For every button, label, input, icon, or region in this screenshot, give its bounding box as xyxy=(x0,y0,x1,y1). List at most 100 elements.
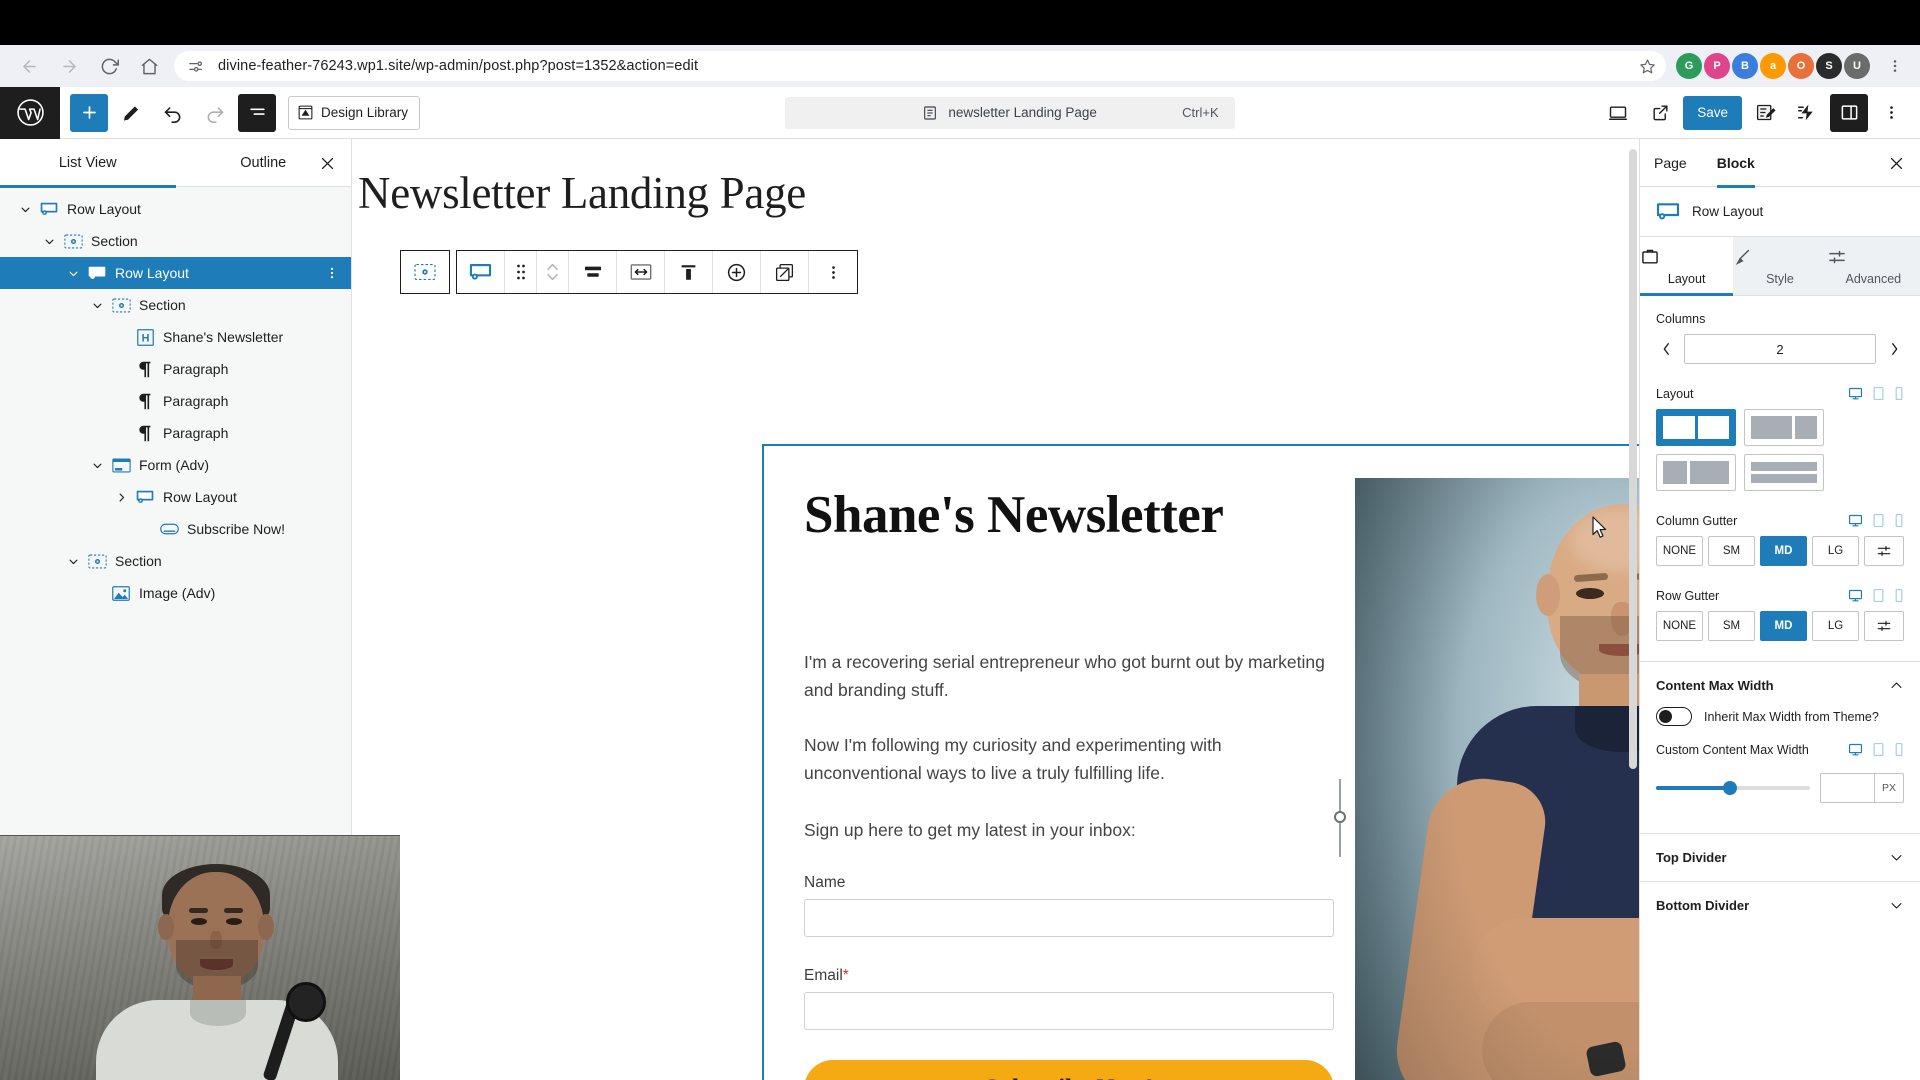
content-max-width-header[interactable]: Content Max Width xyxy=(1640,662,1920,703)
mobile-icon[interactable] xyxy=(1894,513,1904,528)
mobile-icon[interactable] xyxy=(1894,588,1904,603)
chevron-left-icon[interactable] xyxy=(1656,335,1676,363)
list-view-item[interactable]: Paragraph xyxy=(0,417,351,449)
chevron-right-icon[interactable] xyxy=(110,492,132,503)
newsletter-heading[interactable]: Shane's Newsletter xyxy=(804,487,1341,544)
save-button[interactable]: Save xyxy=(1683,95,1742,130)
canvas-scrollbar[interactable] xyxy=(1629,149,1637,769)
newsletter-paragraph-2[interactable]: Now I'm following my curiosity and exper… xyxy=(804,731,1341,788)
omnibox[interactable]: divine-feather-76243.wp1.site/wp-admin/p… xyxy=(174,51,1666,81)
extension-amazon[interactable]: a xyxy=(1760,53,1786,79)
site-settings-icon[interactable] xyxy=(184,55,206,77)
tab-advanced[interactable]: Advanced xyxy=(1827,237,1920,295)
pencil-edit-icon[interactable] xyxy=(112,94,150,132)
chevron-down-icon[interactable] xyxy=(86,300,108,311)
column-gutter-custom-sliders-icon[interactable] xyxy=(1864,536,1904,566)
add-circle-icon[interactable] xyxy=(713,251,761,293)
row-gutter-md[interactable]: MD xyxy=(1760,611,1807,641)
extension-green[interactable]: G xyxy=(1676,53,1702,79)
drag-handle-icon[interactable] xyxy=(505,251,537,293)
back-arrow-icon[interactable] xyxy=(12,49,46,83)
desktop-icon[interactable] xyxy=(1848,386,1863,401)
layout-option-stacked-rows[interactable] xyxy=(1744,454,1824,491)
chevron-down-icon[interactable] xyxy=(62,268,84,279)
tab-style[interactable]: Style xyxy=(1733,237,1826,295)
list-view-item[interactable]: Paragraph xyxy=(0,353,351,385)
column-gutter-md[interactable]: MD xyxy=(1760,536,1807,566)
portrait-image[interactable] xyxy=(1355,478,1639,1080)
chevron-down-icon[interactable] xyxy=(62,556,84,567)
desktop-icon[interactable] xyxy=(1848,742,1863,757)
tablet-icon[interactable] xyxy=(1872,513,1885,528)
external-link-icon[interactable] xyxy=(1641,94,1679,132)
list-view-item[interactable]: Row Layout xyxy=(0,193,351,225)
bottom-divider-panel[interactable]: Bottom Divider xyxy=(1640,881,1920,929)
chevron-right-icon[interactable] xyxy=(1884,335,1904,363)
column-resize-handle[interactable] xyxy=(1334,779,1346,857)
custom-max-width-input[interactable] xyxy=(1820,773,1874,803)
layout-option-left-wide[interactable] xyxy=(1744,409,1824,446)
tab-list-view[interactable]: List View xyxy=(0,139,176,188)
chevron-down-icon[interactable] xyxy=(14,204,36,215)
list-view-item[interactable]: Subscribe Now! xyxy=(0,513,351,545)
edit-post-icon[interactable] xyxy=(1746,94,1784,132)
subscribe-now-button[interactable]: Subscribe Now! xyxy=(804,1060,1334,1080)
close-icon[interactable] xyxy=(1884,151,1908,175)
mobile-icon[interactable] xyxy=(1894,386,1904,401)
list-view-item[interactable]: Section xyxy=(0,225,351,257)
extension-dark[interactable]: S xyxy=(1816,53,1842,79)
more-options-icon[interactable] xyxy=(809,251,857,293)
row-gutter-none[interactable]: NONE xyxy=(1656,611,1703,641)
settings-sidebar-icon[interactable] xyxy=(1830,93,1868,132)
desktop-icon[interactable] xyxy=(1848,513,1863,528)
list-view-item[interactable]: Section xyxy=(0,289,351,321)
list-view-item[interactable]: Row Layout xyxy=(0,257,351,289)
options-menu-icon[interactable] xyxy=(1872,94,1910,132)
wordpress-logo-icon[interactable] xyxy=(0,86,60,139)
row-gutter-custom-sliders-icon[interactable] xyxy=(1864,611,1904,641)
block-type-row-layout-icon[interactable] xyxy=(457,251,505,293)
name-input[interactable] xyxy=(804,899,1334,938)
star-icon[interactable] xyxy=(1639,58,1656,75)
chevron-down-icon[interactable] xyxy=(86,460,108,471)
row-gutter-sm[interactable]: SM xyxy=(1708,611,1755,641)
page-title[interactable]: Newsletter Landing Page xyxy=(352,139,1639,219)
duplicate-icon[interactable] xyxy=(761,251,809,293)
columns-input[interactable] xyxy=(1684,334,1876,364)
reload-icon[interactable] xyxy=(92,49,126,83)
jetpack-icon[interactable] xyxy=(1788,94,1826,132)
move-up-down-icon[interactable] xyxy=(537,251,569,293)
list-view-item[interactable]: H Shane's Newsletter xyxy=(0,321,351,353)
chevron-down-icon[interactable] xyxy=(1889,850,1904,865)
forward-arrow-icon[interactable] xyxy=(52,49,86,83)
inherit-max-width-toggle[interactable] xyxy=(1656,707,1692,726)
list-view-icon[interactable] xyxy=(238,93,276,132)
close-icon[interactable] xyxy=(315,151,339,175)
browser-menu-icon[interactable] xyxy=(1878,49,1912,83)
extension-pink[interactable]: P xyxy=(1704,53,1730,79)
unit-selector[interactable]: PX xyxy=(1874,773,1904,803)
extension-blue[interactable]: B xyxy=(1732,53,1758,79)
row-gutter-lg[interactable]: LG xyxy=(1812,611,1859,641)
column-gutter-lg[interactable]: LG xyxy=(1812,536,1859,566)
chevron-down-icon[interactable] xyxy=(1889,898,1904,913)
newsletter-paragraph-3[interactable]: Sign up here to get my latest in your in… xyxy=(804,816,1341,845)
mobile-icon[interactable] xyxy=(1894,742,1904,757)
home-icon[interactable] xyxy=(132,49,166,83)
list-view-item[interactable]: Image (Adv) xyxy=(0,577,351,609)
tab-layout[interactable]: Layout xyxy=(1640,237,1734,296)
list-view-item[interactable]: Row Layout xyxy=(0,481,351,513)
column-gutter-sm[interactable]: SM xyxy=(1708,536,1755,566)
layout-option-right-wide[interactable] xyxy=(1656,454,1736,491)
desktop-icon[interactable] xyxy=(1848,588,1863,603)
tablet-icon[interactable] xyxy=(1872,742,1885,757)
full-width-icon[interactable] xyxy=(617,251,665,293)
add-block-button[interactable] xyxy=(70,93,108,132)
newsletter-paragraph-1[interactable]: I'm a recovering serial entrepreneur who… xyxy=(804,648,1341,705)
design-library-button[interactable]: Design Library xyxy=(288,95,421,130)
list-view-item[interactable]: Form (Adv) xyxy=(0,449,351,481)
vertical-align-icon[interactable] xyxy=(569,251,617,293)
row-layout-block[interactable]: Shane's Newsletter I'm a recovering seri… xyxy=(762,444,1639,1080)
tablet-icon[interactable] xyxy=(1872,588,1885,603)
layout-option-equal-halves[interactable] xyxy=(1656,409,1736,446)
